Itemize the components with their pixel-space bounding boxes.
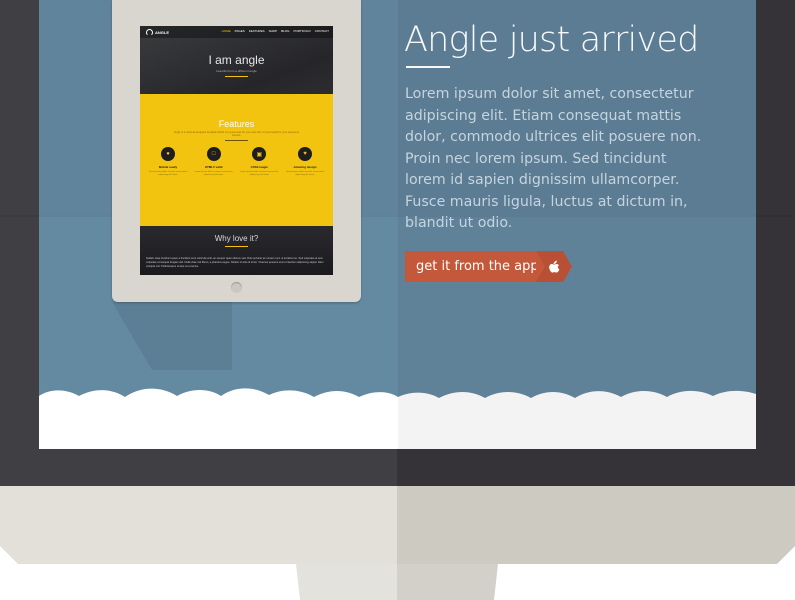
monitor-stand — [296, 564, 498, 600]
mini-features-title: Features — [218, 119, 255, 129]
mini-hero-title: I am angle — [208, 53, 265, 67]
mobile-icon: ● — [161, 147, 175, 161]
html5-icon: □ — [206, 147, 221, 161]
mini-feature-label: HTML5 valid — [204, 165, 223, 169]
mini-why-title: Why love it? — [214, 234, 259, 243]
mini-features-subtitle: Angle is a minimal designed template whi… — [173, 131, 300, 137]
mini-nav-link[interactable]: SHOP — [269, 29, 278, 33]
mini-features-rule — [225, 140, 248, 141]
tablet-screen: I am angle beautiful from a different an… — [140, 26, 333, 275]
mini-feature-item: ♥ Amazing design Lorem ipsum dolor sit a… — [285, 147, 325, 177]
mini-nav-link[interactable]: BLOG — [281, 29, 289, 33]
apple-icon — [549, 260, 560, 273]
page-headline: Angle just arrived — [404, 20, 699, 60]
mini-nav-link[interactable]: PAGES — [235, 29, 245, 33]
css3-icon: ▣ — [252, 147, 267, 161]
mini-feature-label: Mobile ready — [158, 165, 178, 169]
mini-site-navbar: ANGLE HOME PAGES FEATURES SHOP BLOG PORT… — [140, 26, 333, 38]
heart-icon: ♥ — [297, 147, 312, 161]
mini-why-section: Why love it? Nullam vitae tincidunt quam… — [140, 226, 333, 275]
mini-nav-links: HOME PAGES FEATURES SHOP BLOG PORTFOLIO … — [222, 29, 329, 33]
appstore-button[interactable]: get it from the appstore — [405, 251, 572, 282]
appstore-icon-badge[interactable] — [536, 251, 572, 282]
mini-feature-item: ▣ CSS3 magic Lorem ipsum dolor sit amet … — [239, 147, 279, 177]
angle-logo-icon — [146, 29, 153, 36]
mini-hero-subtitle: beautiful from a different angle — [216, 69, 257, 73]
headline-underline — [406, 66, 450, 68]
mini-feature-list: ● Mobile ready Lorem ipsum dolor sit ame… — [148, 147, 325, 177]
hero-body-text: Lorem ipsum dolor sit amet, consectetur … — [405, 86, 702, 231]
mini-feature-text: Lorem ipsum dolor sit amet consectetur a… — [194, 171, 233, 176]
cloud-divider — [39, 388, 756, 449]
tablet-home-button[interactable] — [231, 282, 242, 293]
mini-feature-label: CSS3 magic — [250, 165, 268, 169]
mini-nav-link[interactable]: PORTFOLIO — [293, 29, 310, 33]
mini-feature-text: Lorem ipsum dolor sit amet consectetur a… — [285, 171, 325, 176]
mini-feature-label: Amazing design — [293, 165, 317, 169]
mini-features-section: Features Angle is a minimal designed tem… — [140, 94, 333, 234]
mini-nav-link[interactable]: FEATURES — [249, 29, 265, 33]
mini-nav-link[interactable]: HOME — [222, 29, 231, 33]
mini-logo-text: ANGLE — [155, 30, 169, 35]
mini-hero-rule — [225, 76, 248, 77]
mini-nav-link[interactable]: CONTACT — [315, 29, 329, 33]
mini-feature-text: Lorem ipsum dolor sit amet consectetur a… — [240, 171, 279, 176]
mini-logo[interactable]: ANGLE — [146, 29, 169, 36]
mini-feature-text: Lorem ipsum dolor sit amet consectetur a… — [148, 171, 188, 176]
mini-feature-item: □ HTML5 valid Lorem ipsum dolor sit amet… — [194, 147, 234, 177]
mini-why-rule — [225, 246, 248, 247]
mini-why-text: Nullam vitae tincidunt quam a tincidunt … — [146, 257, 324, 268]
mini-feature-item: ● Mobile ready Lorem ipsum dolor sit ame… — [148, 147, 188, 177]
monitor-chin — [0, 486, 795, 564]
appstore-button-label[interactable]: get it from the appstore — [405, 251, 572, 282]
